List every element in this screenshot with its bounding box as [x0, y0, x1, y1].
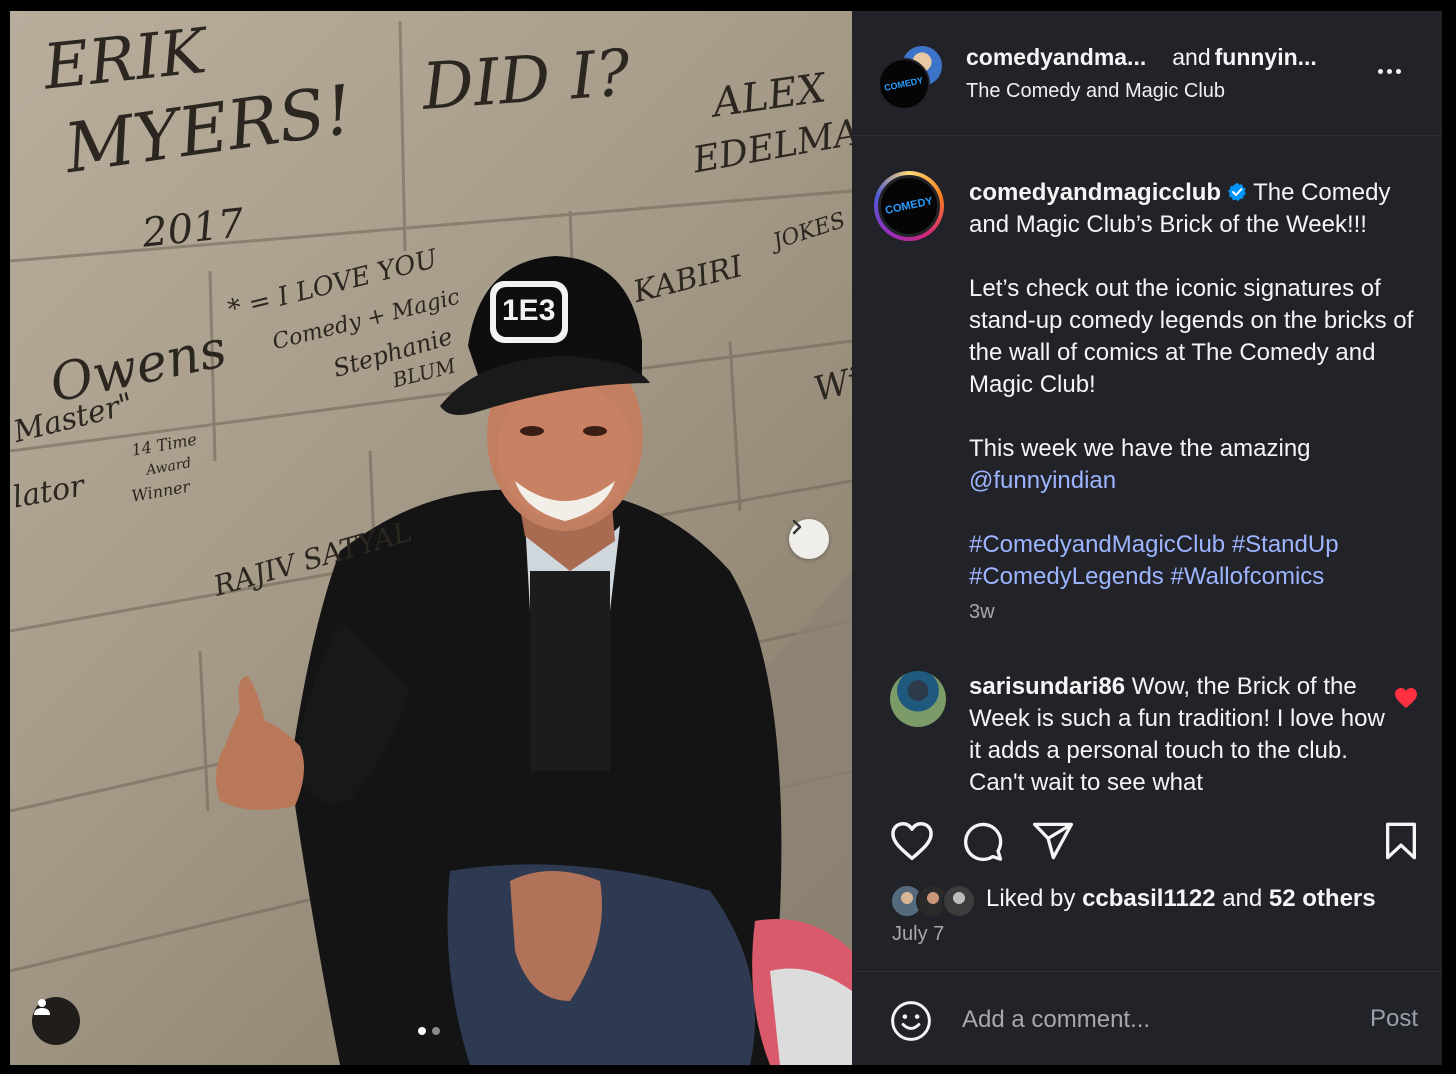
club-logo: COMEDY — [884, 194, 934, 217]
share-paper-plane-icon[interactable] — [1032, 821, 1074, 861]
carousel-dot-active — [418, 1027, 426, 1035]
avatar — [942, 884, 976, 918]
cap-logo: 1E3 — [502, 294, 556, 327]
post-header: COMEDY comedyandma... and funnyin... The C… — [852, 11, 1442, 136]
post-details-panel: COMEDY comedyandma... and funnyin... The C… — [852, 11, 1442, 1065]
post-comment-button[interactable]: Post — [1370, 1005, 1418, 1033]
post-actions — [852, 801, 1442, 863]
more-dot-icon — [1378, 69, 1383, 74]
caption-timestamp[interactable]: 3w — [969, 601, 995, 624]
post-photo[interactable]: ERIK MYERS! 2017 DID I? ALEX EDELMAN * =… — [10, 11, 852, 1065]
commenter-username[interactable]: sarisundari86 — [969, 673, 1125, 700]
caption-username[interactable]: comedyandmagicclub — [969, 179, 1221, 206]
likers-avatars — [890, 881, 982, 918]
tagged-users-button[interactable] — [32, 997, 80, 1045]
post-caption: comedyandmagicclub The Comedy and Magic … — [969, 177, 1425, 593]
comment-input[interactable] — [962, 1002, 1342, 1038]
username-link[interactable]: comedyandma... — [966, 44, 1146, 70]
caption-text: Let’s check out the iconic signatures of… — [969, 275, 1414, 398]
graffiti-text: DID I? — [420, 36, 633, 125]
comment-bubble-icon[interactable] — [962, 821, 1004, 863]
chevron-right-icon — [792, 519, 802, 535]
hashtag-link[interactable]: #Wallofcomics — [1170, 563, 1324, 590]
add-comment-bar: Post — [852, 971, 1442, 1065]
collab-avatars[interactable]: COMEDY — [878, 44, 948, 110]
liker-username[interactable]: ccbasil1122 — [1082, 885, 1215, 912]
hashtag-link[interactable]: #ComedyandMagicClub — [969, 531, 1225, 558]
hashtag-link[interactable]: #StandUp — [1232, 531, 1339, 558]
emoji-smiley-icon[interactable] — [890, 1000, 932, 1042]
collab-usernames: comedyandma... and funnyin... — [966, 44, 1317, 71]
bookmark-icon[interactable] — [1384, 821, 1418, 861]
location-label[interactable]: The Comedy and Magic Club — [966, 80, 1225, 103]
club-logo: COMEDY — [883, 74, 925, 93]
commenter-avatar[interactable] — [890, 671, 946, 727]
post-date[interactable]: July 7 — [892, 923, 944, 946]
carousel-indicator — [418, 1027, 440, 1035]
mention-link[interactable]: @funnyindian — [969, 467, 1116, 494]
and-label: and — [1172, 44, 1211, 70]
comment-item: sarisundari86 Wow, the Brick of the Week… — [969, 671, 1389, 793]
next-photo-button[interactable] — [789, 519, 829, 559]
likes-conjunction: and — [1222, 885, 1263, 912]
likes-others-count[interactable]: 52 others — [1269, 885, 1376, 912]
more-options-button[interactable] — [1378, 69, 1401, 74]
more-dot-icon — [1396, 69, 1401, 74]
liked-heart-icon[interactable] — [1394, 687, 1418, 709]
user-tag-icon — [34, 999, 50, 1015]
verified-badge-icon — [1228, 182, 1246, 201]
instagram-post-modal: ERIK MYERS! 2017 DID I? ALEX EDELMAN * =… — [10, 11, 1442, 1065]
like-heart-icon[interactable] — [890, 821, 934, 861]
caption-text: This week we have the amazing — [969, 435, 1311, 462]
username-link[interactable]: funnyin... — [1215, 44, 1317, 70]
likes-prefix: Liked by — [986, 885, 1076, 912]
avatar[interactable]: COMEDY — [878, 58, 930, 110]
hashtag-link[interactable]: #ComedyLegends — [969, 563, 1164, 590]
more-dot-icon — [1387, 69, 1392, 74]
caption-avatar[interactable]: COMEDY — [874, 171, 944, 241]
likes-summary[interactable]: Liked by ccbasil1122 and 52 others — [890, 881, 1376, 918]
likes-text: Liked by ccbasil1122 and 52 others — [986, 885, 1376, 913]
carousel-dot — [432, 1027, 440, 1035]
